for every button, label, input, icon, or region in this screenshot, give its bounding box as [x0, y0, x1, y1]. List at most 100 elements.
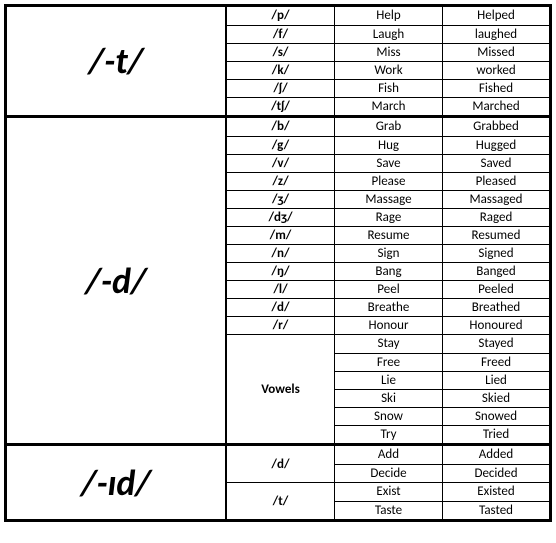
table-row: Stay Stayed	[335, 335, 549, 353]
base-cell: Laugh	[335, 26, 443, 43]
base-cell: Hug	[335, 137, 443, 154]
past-cell: Fished	[443, 80, 549, 97]
subrows: Add Added Decide Decided	[335, 446, 549, 482]
section-id: /-ɪd/ /d/ Add Added Decide Decided /t/	[7, 443, 549, 519]
base-cell: Honour	[335, 317, 443, 334]
table-row: /l/ Peel Peeled	[227, 280, 549, 298]
base-cell: Save	[335, 155, 443, 172]
group-vowels: Vowels Stay Stayed Free Freed Lie Lied	[227, 334, 549, 443]
table-row: /g/ Hug Hugged	[227, 136, 549, 154]
table-row: Add Added	[335, 446, 549, 464]
sound-cell: /r/	[227, 317, 335, 334]
table-row: /d/ Breathe Breathed	[227, 298, 549, 316]
table-row: /s/ Miss Missed	[227, 43, 549, 61]
base-cell: Stay	[335, 335, 443, 353]
table-row: /r/ Honour Honoured	[227, 316, 549, 334]
sound-cell: /b/	[227, 118, 335, 136]
past-cell: Snowed	[443, 408, 549, 425]
sound-cell: /ʒ/	[227, 191, 335, 208]
past-cell: Skied	[443, 390, 549, 407]
table-row: /ŋ/ Bang Banged	[227, 262, 549, 280]
sound-cell: Vowels	[227, 335, 335, 443]
past-cell: Stayed	[443, 335, 549, 353]
base-cell: Massage	[335, 191, 443, 208]
base-cell: Free	[335, 354, 443, 371]
past-cell: Helped	[443, 7, 549, 25]
subrows: Exist Existed Taste Tasted	[335, 483, 549, 519]
table-row: /ʃ/ Fish Fished	[227, 79, 549, 97]
past-cell: Lied	[443, 372, 549, 389]
base-cell: Work	[335, 62, 443, 79]
sound-cell: /dʒ/	[227, 209, 335, 226]
subrows: Stay Stayed Free Freed Lie Lied Ski Skie…	[335, 335, 549, 443]
sound-cell: /d/	[227, 446, 335, 482]
base-cell: Miss	[335, 44, 443, 61]
rows-t: /p/ Help Helped /f/ Laugh laughed /s/ Mi…	[227, 7, 549, 115]
base-cell: Decide	[335, 465, 443, 482]
past-cell: Missed	[443, 44, 549, 61]
past-cell: Decided	[443, 465, 549, 482]
past-cell: Peeled	[443, 281, 549, 298]
past-cell: Breathed	[443, 299, 549, 316]
table-row: Ski Skied	[335, 389, 549, 407]
sound-cell: /k/	[227, 62, 335, 79]
base-cell: March	[335, 98, 443, 115]
table-row: Snow Snowed	[335, 407, 549, 425]
table-row: /p/ Help Helped	[227, 7, 549, 25]
sound-cell: /ʃ/	[227, 80, 335, 97]
past-cell: Freed	[443, 354, 549, 371]
ending-label: /-d/	[7, 118, 227, 443]
sound-cell: /s/	[227, 44, 335, 61]
sound-cell: /p/	[227, 7, 335, 25]
ending-label: /-ɪd/	[7, 446, 227, 519]
base-cell: Snow	[335, 408, 443, 425]
past-cell: Hugged	[443, 137, 549, 154]
sound-cell: /t/	[227, 483, 335, 519]
group-d: /d/ Add Added Decide Decided	[227, 446, 549, 482]
sound-cell: /v/	[227, 155, 335, 172]
section-t: /-t/ /p/ Help Helped /f/ Laugh laughed /…	[7, 7, 549, 115]
table-row: /dʒ/ Rage Raged	[227, 208, 549, 226]
table-row: Lie Lied	[335, 371, 549, 389]
ending-label: /-t/	[7, 7, 227, 115]
sound-cell: /m/	[227, 227, 335, 244]
base-cell: Rage	[335, 209, 443, 226]
sound-cell: /z/	[227, 173, 335, 190]
past-cell: Resumed	[443, 227, 549, 244]
past-cell: laughed	[443, 26, 549, 43]
table-row: Free Freed	[335, 353, 549, 371]
sound-cell: /d/	[227, 299, 335, 316]
rows-id: /d/ Add Added Decide Decided /t/ Exi	[227, 446, 549, 519]
group-t: /t/ Exist Existed Taste Tasted	[227, 482, 549, 519]
past-cell: Added	[443, 446, 549, 464]
base-cell: Grab	[335, 118, 443, 136]
sound-cell: /n/	[227, 245, 335, 262]
past-cell: Tried	[443, 426, 549, 443]
table-row: /z/ Please Pleased	[227, 172, 549, 190]
sound-cell: /l/	[227, 281, 335, 298]
past-cell: worked	[443, 62, 549, 79]
base-cell: Breathe	[335, 299, 443, 316]
past-cell: Tasted	[443, 502, 549, 519]
sound-cell: /f/	[227, 26, 335, 43]
pronunciation-table: /-t/ /p/ Help Helped /f/ Laugh laughed /…	[4, 4, 552, 522]
past-cell: Saved	[443, 155, 549, 172]
past-cell: Grabbed	[443, 118, 549, 136]
table-row: /b/ Grab Grabbed	[227, 118, 549, 136]
past-cell: Signed	[443, 245, 549, 262]
sound-cell: /g/	[227, 137, 335, 154]
base-cell: Resume	[335, 227, 443, 244]
section-d: /-d/ /b/ Grab Grabbed /g/ Hug Hugged /v/…	[7, 115, 549, 443]
past-cell: Raged	[443, 209, 549, 226]
base-cell: Ski	[335, 390, 443, 407]
base-cell: Lie	[335, 372, 443, 389]
rows-d: /b/ Grab Grabbed /g/ Hug Hugged /v/ Save…	[227, 118, 549, 443]
table-row: /ʒ/ Massage Massaged	[227, 190, 549, 208]
table-row: Exist Existed	[335, 483, 549, 501]
table-row: Taste Tasted	[335, 501, 549, 519]
base-cell: Sign	[335, 245, 443, 262]
sound-cell: /tʃ/	[227, 98, 335, 115]
table-row: /m/ Resume Resumed	[227, 226, 549, 244]
table-row: /v/ Save Saved	[227, 154, 549, 172]
base-cell: Exist	[335, 483, 443, 501]
